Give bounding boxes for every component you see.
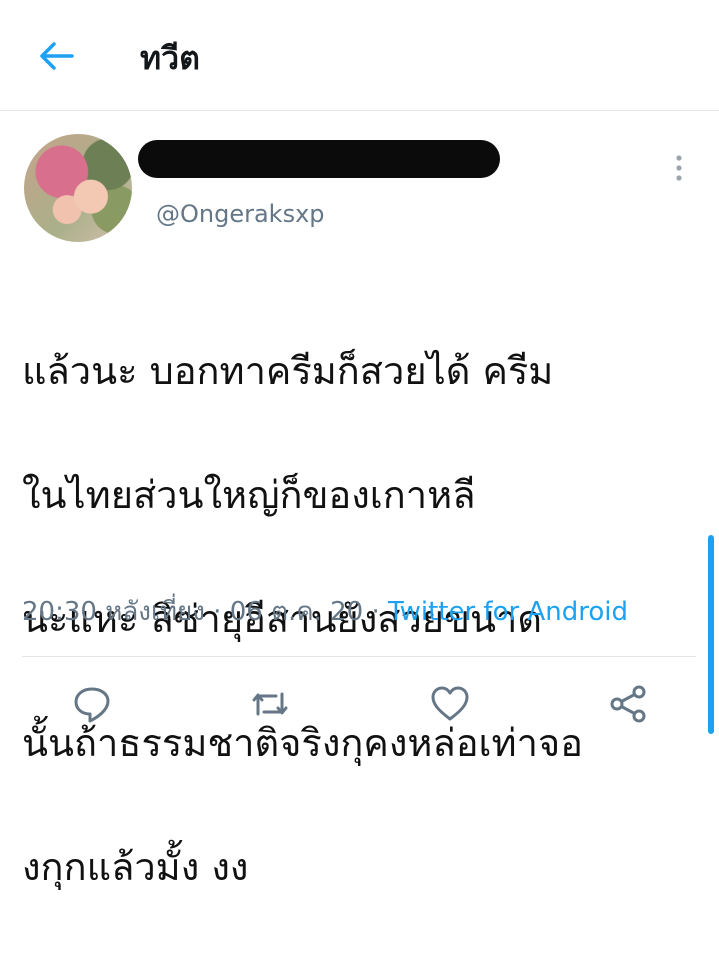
arrow-left-icon (40, 42, 74, 70)
tweet-time: 20:30 หลังเที่ยง (22, 597, 205, 627)
reply-button[interactable] (70, 684, 114, 724)
tweet-text-line: แล้วนะ บอกทาครีมก็สวยได้ ครีม (22, 349, 554, 393)
tweet-text-line: ในไทยส่วนใหญ่ก็ของเกาหลี (22, 473, 476, 517)
like-icon (431, 686, 469, 721)
more-vertical-icon (676, 155, 682, 181)
retweet-icon (252, 692, 288, 716)
meta-separator: · (204, 597, 230, 627)
tweet-text-line: งกุกแล้วมั้ง งง (22, 845, 249, 889)
divider (22, 656, 696, 657)
user-handle[interactable]: @Ongeraksxp (156, 198, 325, 230)
tweet-source-link[interactable]: Twitter for Android (388, 597, 628, 627)
like-button[interactable] (428, 684, 472, 724)
more-options-button[interactable] (664, 150, 694, 186)
meta-separator: · (363, 597, 389, 627)
tweet-meta: 20:30 หลังเที่ยง · 06 ต.ค. 20 · Twitter … (22, 592, 628, 632)
share-icon (610, 685, 646, 723)
avatar[interactable] (24, 134, 132, 242)
tweet-date: 06 ต.ค. 20 (229, 597, 364, 627)
share-button[interactable] (606, 684, 650, 724)
page-title: ทวีต (140, 39, 200, 77)
scrollbar[interactable] (708, 535, 714, 734)
back-button[interactable] (34, 36, 78, 76)
reply-icon (74, 687, 110, 723)
top-bar: ทวีต (0, 0, 719, 111)
retweet-button[interactable] (248, 684, 292, 724)
redacted-display-name (138, 140, 500, 178)
